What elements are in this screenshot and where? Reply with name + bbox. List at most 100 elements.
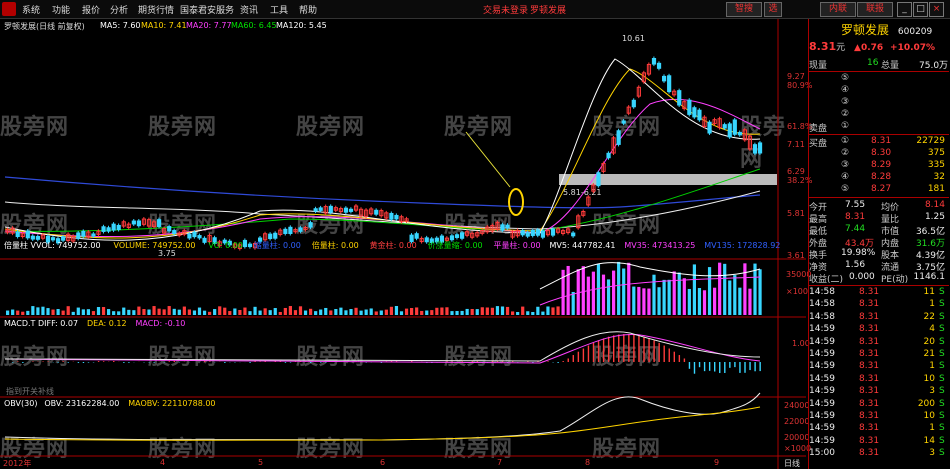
volume-bar bbox=[531, 311, 535, 315]
buy-volume: 335 bbox=[927, 160, 945, 170]
candle bbox=[460, 232, 465, 239]
gold-label: 黄金柱: 0.00 bbox=[369, 241, 417, 250]
volume-bar bbox=[238, 309, 242, 315]
tick-side: S bbox=[939, 349, 945, 359]
candle bbox=[697, 109, 702, 121]
close-icon[interactable]: × bbox=[929, 2, 944, 17]
candle bbox=[500, 224, 505, 231]
menu-news[interactable]: 资讯 bbox=[240, 3, 258, 16]
candle bbox=[616, 130, 621, 145]
menu-gtja-service[interactable]: 国泰君安服务 bbox=[180, 3, 234, 16]
app-logo-icon bbox=[2, 2, 16, 16]
tick-price: 8.31 bbox=[859, 411, 880, 421]
tick-time: 14:59 bbox=[809, 349, 835, 359]
volume-bar bbox=[283, 307, 287, 315]
menu-help[interactable]: 帮助 bbox=[299, 3, 317, 16]
volume-bar bbox=[566, 265, 570, 315]
price-change-pct: +10.07% bbox=[890, 43, 936, 53]
volume-bar bbox=[197, 307, 202, 315]
volume-bar bbox=[36, 307, 40, 315]
tick-side: S bbox=[939, 336, 945, 347]
volume-bar bbox=[218, 306, 222, 315]
tick-time: 14:58 bbox=[809, 299, 835, 310]
volume-bar bbox=[344, 310, 348, 315]
menu-quote[interactable]: 报价 bbox=[82, 3, 100, 16]
menu-analysis[interactable]: 分析 bbox=[110, 3, 128, 16]
macd-bar bbox=[82, 362, 85, 363]
menu-system[interactable]: 系统 bbox=[22, 3, 40, 16]
minimize-icon[interactable]: _ bbox=[897, 2, 912, 17]
volume-bar bbox=[41, 306, 45, 315]
volume-bar bbox=[91, 311, 96, 315]
volume-bar bbox=[713, 287, 717, 315]
macd-bar bbox=[703, 362, 706, 372]
macd-bar bbox=[32, 361, 34, 362]
macd-header: MACD.T DIFF: 0.07 DEA: 0.12 MACD: -0.10 bbox=[4, 319, 185, 329]
tick-volume: 21 bbox=[923, 349, 935, 359]
volume-bar bbox=[81, 309, 85, 315]
volume-bar bbox=[329, 310, 333, 315]
macd-note: 指到开关补线 bbox=[6, 387, 54, 396]
volume-bar bbox=[223, 307, 227, 315]
menu-tools[interactable]: 工具 bbox=[270, 3, 288, 16]
trade-login-status[interactable]: 交易未登录 bbox=[483, 3, 528, 16]
candle bbox=[505, 224, 510, 229]
buy-level-n: ① bbox=[841, 136, 850, 146]
volume-bar bbox=[142, 309, 146, 315]
annotation-ellipse bbox=[508, 188, 524, 216]
menu-function[interactable]: 功能 bbox=[52, 3, 70, 16]
volume-bar bbox=[657, 287, 661, 315]
tick-row: 14:58 8.31 1 S bbox=[809, 299, 949, 309]
candle bbox=[15, 231, 20, 237]
volume-bar bbox=[475, 309, 479, 315]
candle bbox=[535, 229, 540, 236]
tick-time: 14:58 bbox=[809, 287, 835, 297]
macd-bar bbox=[597, 340, 600, 362]
candle bbox=[606, 152, 611, 159]
stat-value: 1.25 bbox=[924, 212, 945, 222]
volume-bar bbox=[627, 262, 631, 315]
buy-level-n: ③ bbox=[841, 160, 850, 170]
macd-bar bbox=[618, 334, 620, 362]
ma120-line bbox=[4, 190, 761, 230]
maximize-icon[interactable]: □ bbox=[913, 2, 928, 17]
candle bbox=[571, 232, 576, 237]
volume-bar bbox=[687, 288, 691, 315]
candle bbox=[111, 223, 116, 231]
volume-bar bbox=[293, 310, 298, 315]
volume-bar bbox=[748, 288, 752, 315]
inline-button[interactable]: 内联 bbox=[820, 2, 856, 17]
macd-bar bbox=[17, 361, 19, 362]
select-button[interactable]: 选 bbox=[764, 2, 782, 17]
date-tick: 6 bbox=[380, 458, 386, 467]
candle bbox=[136, 220, 142, 227]
macd-bar bbox=[97, 361, 100, 362]
macd-bar bbox=[128, 362, 130, 363]
buy-price: 8.31 bbox=[871, 136, 892, 146]
date-tick: 5 bbox=[258, 458, 264, 467]
vo-label: VO: 0.00 bbox=[208, 241, 243, 250]
capital-button[interactable]: 联报 bbox=[857, 2, 893, 17]
candle bbox=[81, 230, 86, 237]
candle bbox=[414, 233, 419, 239]
smart-search-button[interactable]: 智搜 bbox=[726, 2, 762, 17]
macd-bar bbox=[577, 351, 580, 362]
volume-bar bbox=[349, 309, 353, 315]
candle bbox=[722, 124, 727, 129]
macd-bar bbox=[678, 355, 681, 362]
kline-chart[interactable]: 股旁网 股旁网 股旁网 股旁网 股旁网 股旁网 股旁网 股旁网 股旁网 股旁网 … bbox=[0, 19, 812, 469]
macd-bar bbox=[461, 361, 463, 362]
candle bbox=[530, 230, 535, 236]
date-tick: 9 bbox=[714, 458, 720, 467]
volume-bar bbox=[733, 275, 737, 315]
period-label[interactable]: 日线 bbox=[784, 458, 800, 469]
buy-volume: 22729 bbox=[916, 136, 945, 146]
candle bbox=[621, 120, 626, 124]
volume-bar bbox=[606, 279, 611, 315]
stat-value: 7.55 bbox=[845, 200, 866, 210]
candle bbox=[131, 220, 136, 225]
menu-futures[interactable]: 期货行情 bbox=[138, 3, 174, 16]
buy-level-n: ④ bbox=[841, 172, 850, 182]
volume-bar bbox=[647, 288, 651, 315]
stat-value: 19.98% bbox=[841, 248, 876, 258]
